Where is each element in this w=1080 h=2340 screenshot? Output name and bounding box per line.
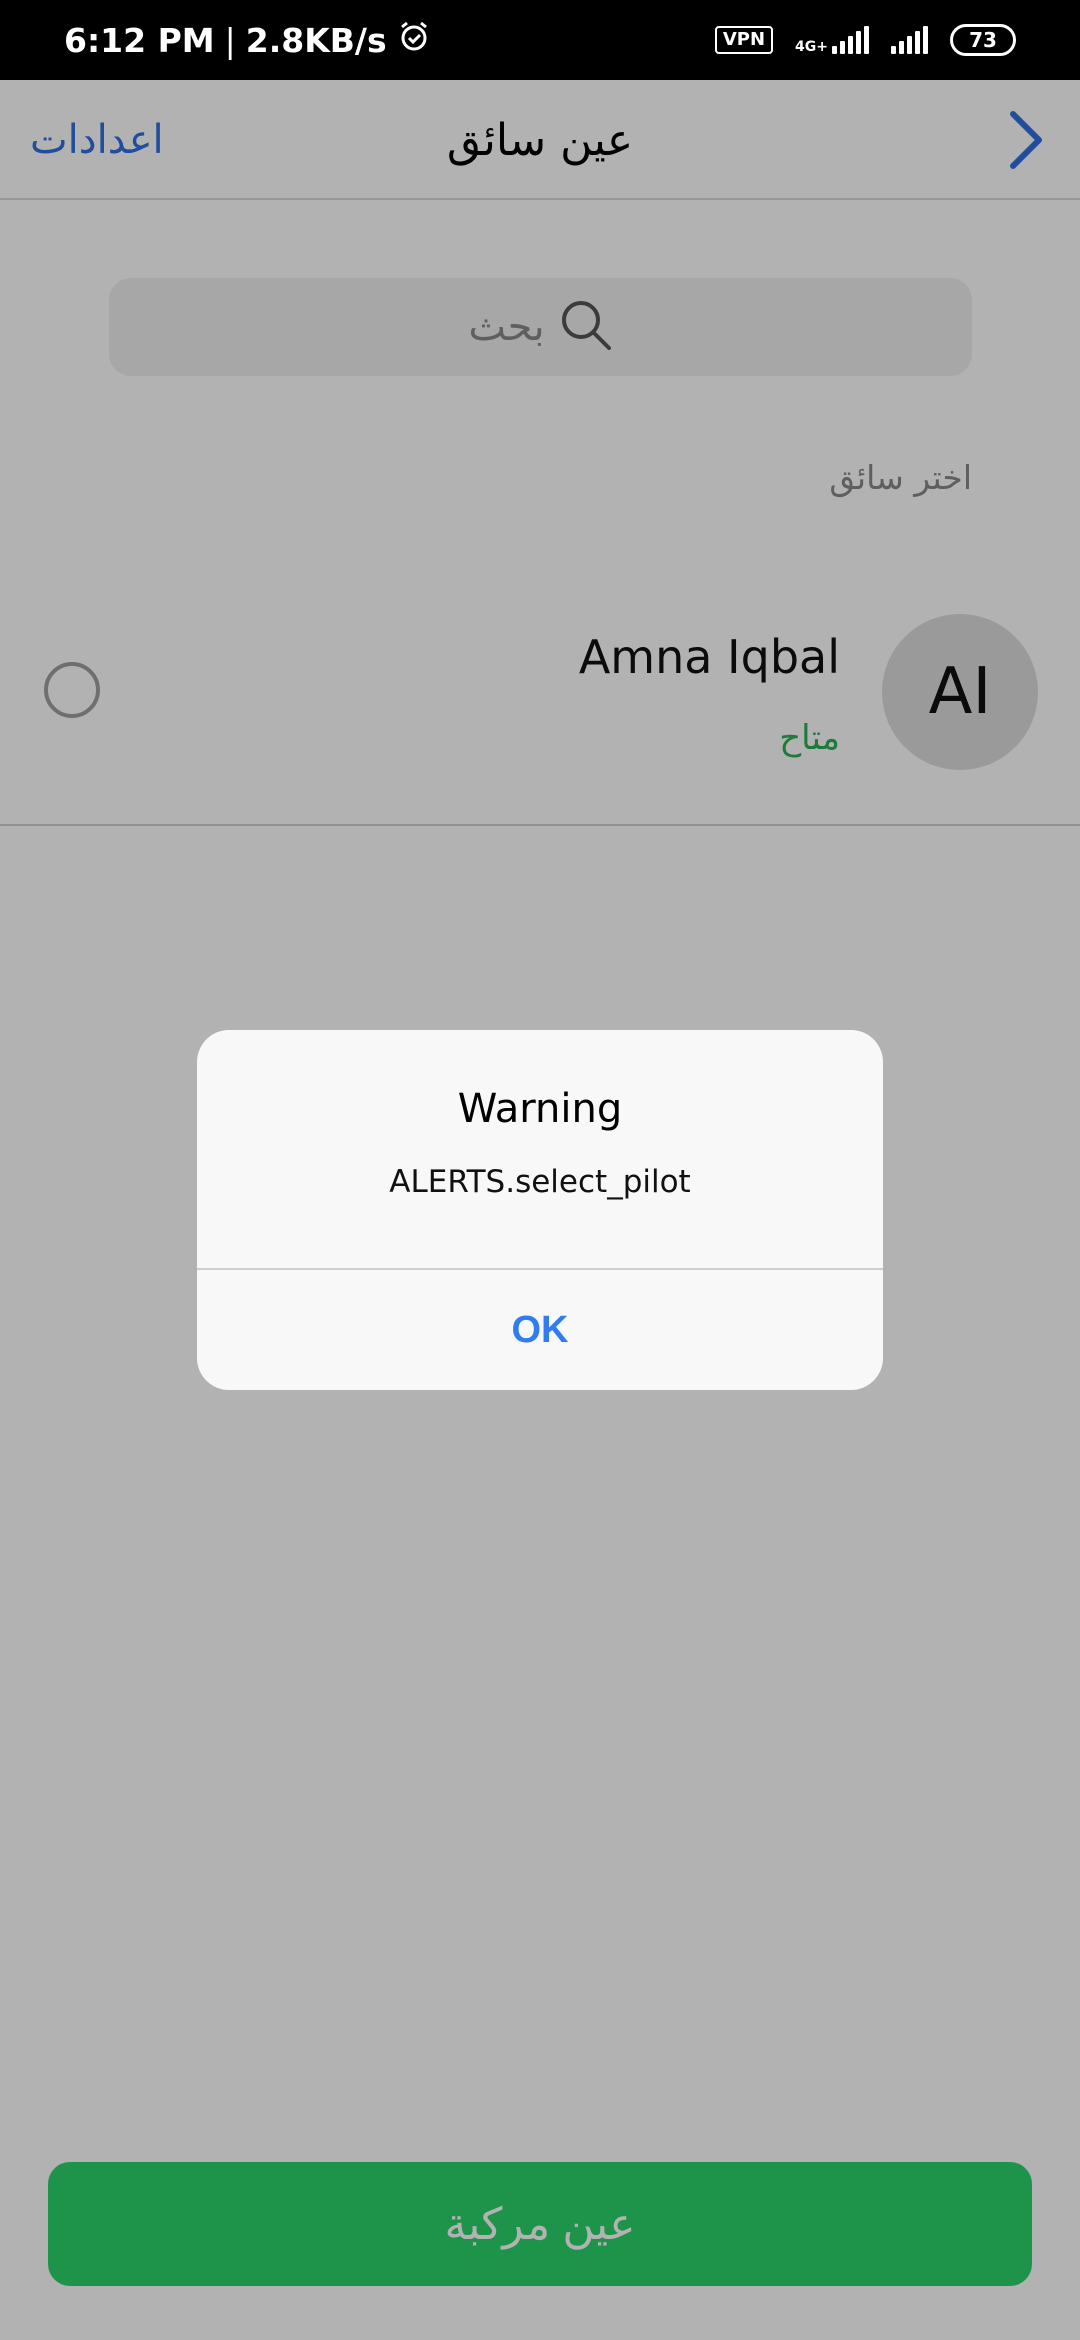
signal-bars-icon <box>891 26 928 54</box>
status-time: 6:12 PM <box>64 20 215 60</box>
battery-level: 73 <box>969 28 997 52</box>
dialog-title: Warning <box>457 1086 623 1132</box>
vpn-badge: VPN <box>714 26 774 54</box>
signal-4g-icon: 4G+ <box>795 26 869 54</box>
screen: 6:12 PM | 2.8KB/s VPN 4G+ 73 عين سائق اع… <box>0 0 1080 2340</box>
battery-icon: 73 <box>950 24 1016 56</box>
alert-dialog: Warning ALERTS.select_pilot OK <box>197 1030 883 1390</box>
dialog-message: ALERTS.select_pilot <box>389 1164 691 1200</box>
network-type: 4G+ <box>795 39 828 55</box>
status-bar-right: VPN 4G+ 73 <box>714 24 1016 56</box>
status-separator: | <box>224 20 236 60</box>
status-speed: 2.8KB/s <box>245 20 387 60</box>
status-bar: 6:12 PM | 2.8KB/s VPN 4G+ 73 <box>0 0 1080 80</box>
alarm-icon <box>397 19 431 61</box>
ok-button[interactable]: OK <box>197 1270 883 1390</box>
status-bar-left: 6:12 PM | 2.8KB/s <box>64 19 431 61</box>
